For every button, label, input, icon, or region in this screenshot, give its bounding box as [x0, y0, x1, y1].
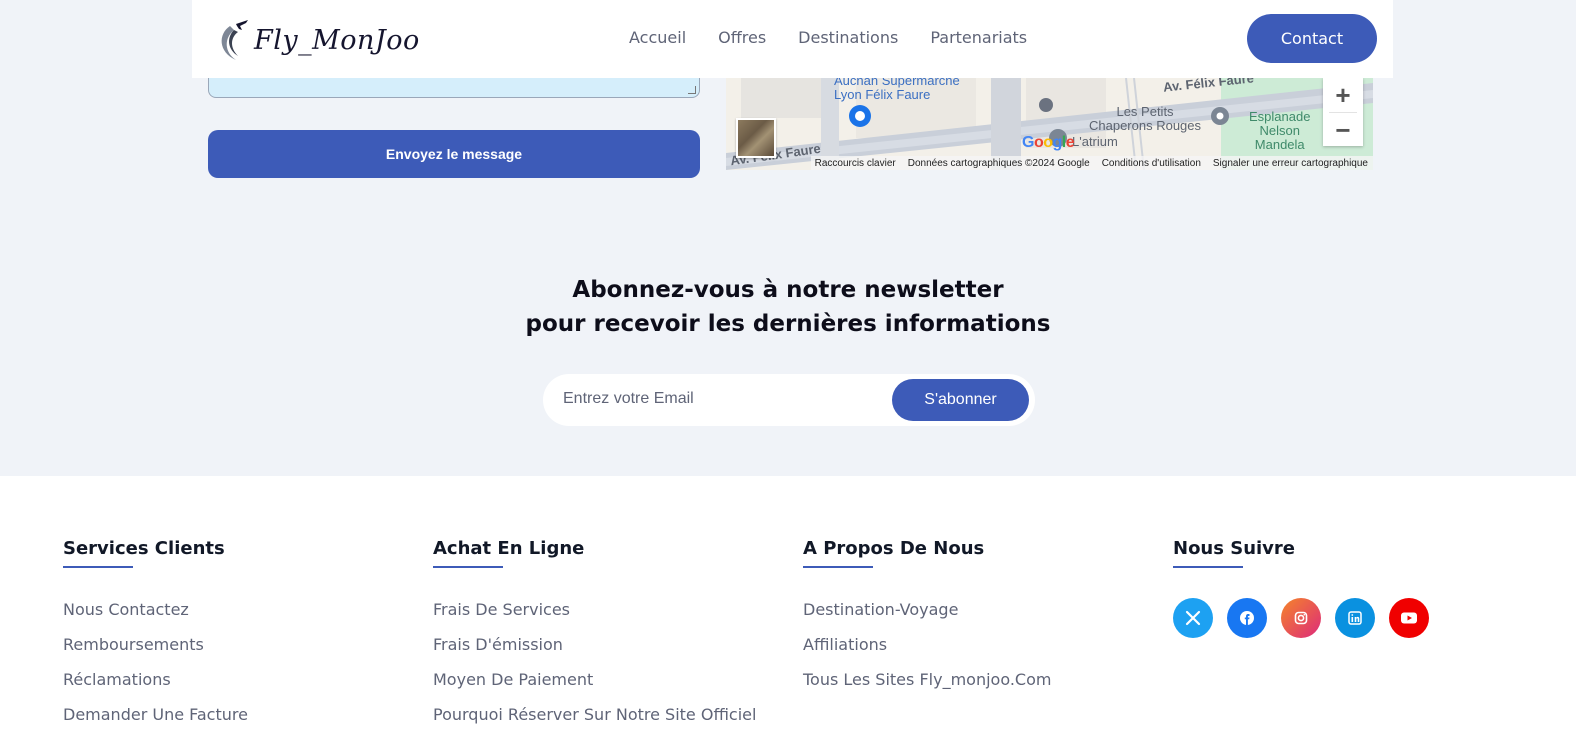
resize-handle-icon[interactable] — [688, 86, 696, 94]
logo-text: Fly_MonJoo — [254, 24, 420, 56]
footer-link-pourquoi-reserver[interactable]: Pourquoi Réserver Sur Notre Site Officie… — [433, 703, 756, 738]
contact-button[interactable]: Contact — [1247, 14, 1377, 63]
footer-link-remboursements[interactable]: Remboursements — [63, 633, 248, 668]
map-terms-link[interactable]: Conditions d'utilisation — [1102, 158, 1201, 169]
footer-link-frais-services[interactable]: Frais De Services — [433, 598, 756, 633]
map-label-atrium: L'atrium — [1072, 134, 1118, 149]
map-label-chaperons: Les Petits Chaperons Rouges — [1089, 104, 1202, 133]
footer-links: Frais De Services Frais D'émission Moyen… — [433, 598, 756, 738]
site-logo[interactable]: Fly_MonJoo — [216, 16, 420, 64]
map-label-esplanade: Esplanade Nelson Mandela — [1249, 109, 1311, 152]
heading-underline — [803, 566, 873, 568]
nav-accueil[interactable]: Accueil — [629, 28, 686, 47]
footer-link-affiliations[interactable]: Affiliations — [803, 633, 1051, 668]
nav-destinations[interactable]: Destinations — [798, 28, 898, 47]
nav-offres[interactable]: Offres — [718, 28, 766, 47]
map-zoom-control: + − — [1323, 78, 1363, 146]
footer-link-nous-contactez[interactable]: Nous Contactez — [63, 598, 248, 633]
send-message-button[interactable]: Envoyez le message — [208, 130, 700, 178]
footer-link-frais-emission[interactable]: Frais D'émission — [433, 633, 756, 668]
newsletter-form: Entrez votre Email S'abonner — [543, 374, 1035, 426]
footer-link-moyen-paiement[interactable]: Moyen De Paiement — [433, 668, 756, 703]
heading-underline — [63, 566, 133, 568]
instagram-icon[interactable] — [1281, 598, 1321, 638]
newsletter-title-line2: pour recevoir les dernières informations — [525, 311, 1051, 337]
footer-link-demander-facture[interactable]: Demander Une Facture — [63, 703, 248, 738]
nav-partenariats[interactable]: Partenariats — [930, 28, 1027, 47]
footer-heading: Achat En Ligne — [433, 538, 585, 559]
footer-heading: A Propos De Nous — [803, 538, 985, 559]
newsletter-email-input[interactable]: Entrez votre Email — [563, 390, 694, 408]
map-attribution: Raccourcis clavier Données cartographiqu… — [810, 156, 1373, 170]
heading-underline — [433, 566, 503, 568]
footer-heading: Nous Suivre — [1173, 538, 1295, 559]
newsletter-title-line1: Abonnez-vous à notre newsletter — [572, 277, 1004, 303]
footer-link-reclamations[interactable]: Réclamations — [63, 668, 248, 703]
social-links — [1173, 598, 1429, 638]
airplane-swoosh-icon — [221, 20, 248, 60]
footer-heading: Services Clients — [63, 538, 225, 559]
map-label-auchan: Auchan Supermarché Lyon Félix Faure — [834, 78, 960, 102]
x-twitter-icon[interactable] — [1173, 598, 1213, 638]
footer-col-achat-en-ligne: Achat En Ligne Frais De Services Frais D… — [433, 538, 756, 738]
linkedin-icon[interactable] — [1335, 598, 1375, 638]
footer-links: Destination-Voyage Affiliations Tous Les… — [803, 598, 1051, 703]
map-data-credit: Données cartographiques ©2024 Google — [907, 157, 1090, 169]
footer-col-a-propos: A Propos De Nous Destination-Voyage Affi… — [803, 538, 1051, 703]
map-report-error-link[interactable]: Signaler une erreur cartographique — [1213, 158, 1368, 169]
main-nav: Accueil Offres Destinations Partenariats — [629, 28, 1027, 47]
map-embed[interactable]: Auchan Supermarché Lyon Félix Faure Av. … — [726, 78, 1373, 170]
google-logo: Google — [1022, 134, 1075, 151]
footer-col-services-clients: Services Clients Nous Contactez Rembours… — [63, 538, 248, 738]
map-keyboard-shortcuts-link[interactable]: Raccourcis clavier — [815, 158, 896, 169]
youtube-icon[interactable] — [1389, 598, 1429, 638]
site-header: Fly_MonJoo Accueil Offres Destinations P… — [192, 0, 1393, 78]
heading-underline — [1173, 566, 1243, 568]
footer-col-nous-suivre: Nous Suivre — [1173, 538, 1429, 638]
footer-links: Nous Contactez Remboursements Réclamatio… — [63, 598, 248, 738]
zoom-out-button[interactable]: − — [1323, 113, 1363, 147]
zoom-in-button[interactable]: + — [1323, 78, 1363, 112]
footer-link-destination-voyage[interactable]: Destination-Voyage — [803, 598, 1051, 633]
satellite-view-thumbnail[interactable] — [736, 118, 776, 158]
footer-link-tous-les-sites[interactable]: Tous Les Sites Fly_monjoo.Com — [803, 668, 1051, 703]
subscribe-button[interactable]: S'abonner — [892, 379, 1029, 421]
facebook-icon[interactable] — [1227, 598, 1267, 638]
